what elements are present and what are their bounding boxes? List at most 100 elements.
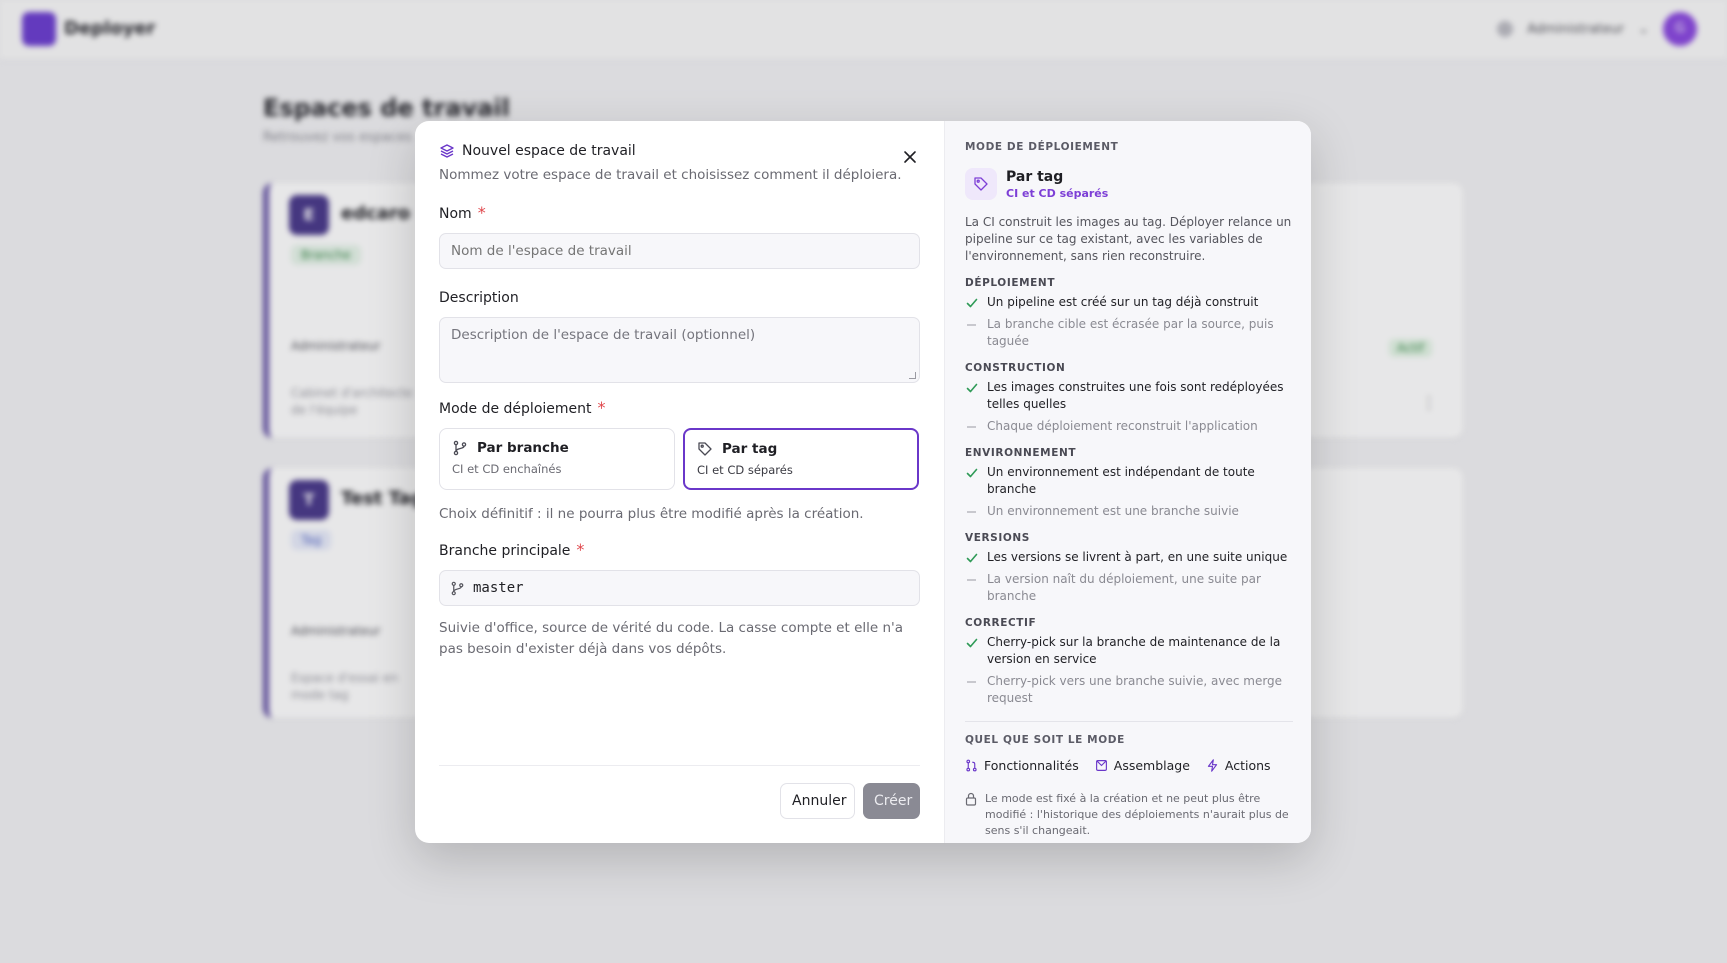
mode-option-label: Par tag xyxy=(722,441,778,457)
tag-mode-point: Un pipeline est créé sur un tag déjà con… xyxy=(965,294,1293,311)
description-input[interactable]: Description de l'espace de travail (opti… xyxy=(439,317,920,383)
branch-mode-point: Un environnement est une branche suivie xyxy=(965,503,1293,520)
create-button[interactable]: Créer xyxy=(863,783,920,819)
point-text: Cherry-pick vers une branche suivie, ave… xyxy=(987,674,1283,705)
mode-option-branch[interactable]: Par branche CI et CD enchaînés xyxy=(439,428,675,490)
new-workspace-dialog: Nouvel espace de travail Nommez votre es… xyxy=(415,121,1311,843)
feature-fonctionnalites: Fonctionnalités xyxy=(965,758,1079,773)
branch-field-label: Branche principale * xyxy=(439,540,584,559)
mode-label: Mode de déploiement xyxy=(439,401,592,417)
dash-icon xyxy=(967,324,976,326)
section-title: CONSTRUCTION xyxy=(965,362,1066,374)
name-label: Nom xyxy=(439,206,472,222)
mode-hint: Choix définitif : il ne pourra plus être… xyxy=(439,506,864,522)
point-text: Les images construites une fois sont red… xyxy=(987,380,1284,411)
required-mark: * xyxy=(477,203,486,222)
section-title: DÉPLOIEMENT xyxy=(965,277,1056,289)
mode-info-panel: MODE DE DÉPLOIEMENT Par tag CI et CD sép… xyxy=(944,121,1311,843)
dialog-title-text: Nouvel espace de travail xyxy=(462,143,636,159)
lock-note: Le mode est fixé à la création et ne peu… xyxy=(965,791,1293,839)
required-mark: * xyxy=(597,398,606,417)
selected-mode: Par tag CI et CD séparés xyxy=(965,168,1293,200)
mode-option-sub: CI et CD séparés xyxy=(697,463,793,477)
point-text: Les versions se livrent à part, en une s… xyxy=(987,550,1288,564)
close-icon[interactable] xyxy=(900,147,920,167)
git-branch-icon xyxy=(451,581,464,595)
check-icon xyxy=(966,638,978,648)
section-title: VERSIONS xyxy=(965,532,1030,544)
selected-mode-sub: CI et CD séparés xyxy=(1006,186,1109,200)
mode-field-label: Mode de déploiement * xyxy=(439,398,606,417)
dialog-title: Nouvel espace de travail xyxy=(439,143,920,159)
feature-label: Actions xyxy=(1224,758,1271,773)
description-placeholder: Description de l'espace de travail (opti… xyxy=(451,327,756,343)
tag-mode-point: Un environnement est indépendant de tout… xyxy=(965,464,1293,498)
comparison-section: ENVIRONNEMENT Un environnement est indépe… xyxy=(965,447,1293,520)
dash-icon xyxy=(967,426,976,428)
panel-heading: MODE DE DÉPLOIEMENT xyxy=(965,141,1119,153)
check-icon xyxy=(966,383,978,393)
main-branch-input[interactable]: master xyxy=(439,570,920,606)
main-branch-value: master xyxy=(473,580,524,596)
point-text: La branche cible est écrasée par la sour… xyxy=(987,317,1274,348)
dash-icon xyxy=(967,681,976,683)
common-features: Fonctionnalités Assemblage Actions xyxy=(965,758,1293,773)
feature-label: Assemblage xyxy=(1113,758,1190,773)
point-text: Cherry-pick sur la branche de maintenanc… xyxy=(987,635,1281,666)
cancel-button[interactable]: Annuler xyxy=(780,783,855,819)
lock-note-text: Le mode est fixé à la création et ne peu… xyxy=(985,792,1289,837)
feature-label: Fonctionnalités xyxy=(984,758,1079,773)
tag-icon xyxy=(698,442,712,456)
workspace-form: Nouvel espace de travail Nommez votre es… xyxy=(415,121,944,843)
tag-icon xyxy=(965,168,997,200)
branch-label: Branche principale xyxy=(439,543,571,559)
branch-mode-point: Cherry-pick vers une branche suivie, ave… xyxy=(965,673,1293,707)
lightning-icon xyxy=(1207,759,1218,772)
required-mark: * xyxy=(576,540,585,559)
section-title: ENVIRONNEMENT xyxy=(965,447,1077,459)
resize-handle[interactable] xyxy=(909,372,916,379)
branch-mode-point: La branche cible est écrasée par la sour… xyxy=(965,316,1293,350)
any-mode-heading: QUEL QUE SOIT LE MODE xyxy=(965,734,1125,746)
dialog-subtitle: Nommez votre espace de travail et choisi… xyxy=(439,167,902,183)
mode-comparison: DÉPLOIEMENT Un pipeline est créé sur un t… xyxy=(965,277,1293,707)
section-title: CORRECTIF xyxy=(965,617,1037,629)
mode-option-label: Par branche xyxy=(477,440,569,456)
feature-assemblage: Assemblage xyxy=(1095,758,1190,773)
check-icon xyxy=(966,553,978,563)
comparison-section: DÉPLOIEMENT Un pipeline est créé sur un t… xyxy=(965,277,1293,350)
tag-mode-point: Les versions se livrent à part, en une s… xyxy=(965,549,1293,566)
dash-icon xyxy=(967,511,976,513)
layers-icon xyxy=(440,144,454,158)
mode-description: La CI construit les images au tag. Déplo… xyxy=(965,215,1292,263)
dash-icon xyxy=(967,579,976,581)
name-field-label: Nom * xyxy=(439,203,486,222)
check-icon xyxy=(966,298,978,308)
assembly-icon xyxy=(1095,760,1107,771)
footer-divider xyxy=(439,765,920,766)
branch-mode-point: La version naît du déploiement, une suit… xyxy=(965,571,1293,605)
feature-actions: Actions xyxy=(1206,758,1271,773)
mode-option-sub: CI et CD enchaînés xyxy=(452,462,562,476)
branch-hint: Suivie d'office, source de vérité du cod… xyxy=(439,620,904,657)
comparison-section: CORRECTIF Cherry-pick sur la branche de m… xyxy=(965,617,1293,707)
branch-mode-point: Chaque déploiement reconstruit l'applica… xyxy=(965,418,1293,435)
description-field-label: Description xyxy=(439,287,519,306)
point-text: Un environnement est une branche suivie xyxy=(987,504,1239,518)
name-input[interactable] xyxy=(439,233,920,269)
point-text: Chaque déploiement reconstruit l'applica… xyxy=(987,419,1258,433)
tag-mode-point: Les images construites une fois sont red… xyxy=(965,379,1293,413)
check-icon xyxy=(966,468,978,478)
lock-icon xyxy=(965,792,977,806)
git-branch-icon xyxy=(453,440,467,456)
comparison-section: CONSTRUCTION Les images construites une f… xyxy=(965,362,1293,435)
comparison-section: VERSIONS Les versions se livrent à part, … xyxy=(965,532,1293,605)
pull-request-icon xyxy=(966,759,977,772)
description-label: Description xyxy=(439,290,519,306)
point-text: La version naît du déploiement, une suit… xyxy=(987,572,1261,603)
panel-divider xyxy=(965,721,1293,722)
point-text: Un environnement est indépendant de tout… xyxy=(987,465,1255,496)
point-text: Un pipeline est créé sur un tag déjà con… xyxy=(987,295,1259,309)
mode-option-tag[interactable]: Par tag CI et CD séparés xyxy=(683,428,919,490)
selected-mode-name: Par tag xyxy=(1006,168,1064,185)
